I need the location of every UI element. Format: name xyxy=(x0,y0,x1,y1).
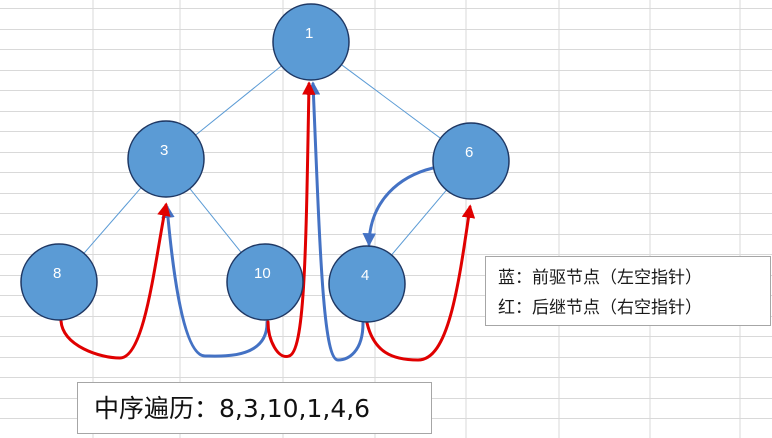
threaded-tree-diagram: 1 3 6 8 10 4 xyxy=(0,0,772,438)
spreadsheet-grid xyxy=(0,0,772,438)
node-10: 10 xyxy=(226,243,304,321)
node-circle xyxy=(328,245,406,323)
node-label: 3 xyxy=(160,142,168,159)
node-8: 8 xyxy=(20,243,98,321)
node-label: 8 xyxy=(53,265,61,282)
predecessor-arrow-6-to-4 xyxy=(362,166,435,247)
inorder-result-text: 中序遍历：8,3,10,1,4,6 xyxy=(94,394,371,423)
node-label: 4 xyxy=(361,267,369,284)
tree-edge-1-3 xyxy=(195,65,282,136)
node-circle xyxy=(20,243,98,321)
legend-box: 蓝：前驱节点（左空指针） 红：后继节点（右空指针） xyxy=(485,256,771,326)
node-4: 4 xyxy=(328,245,406,323)
node-6: 6 xyxy=(432,122,510,200)
tree-edge-1-6 xyxy=(341,64,441,139)
node-circle xyxy=(432,122,510,200)
node-circle xyxy=(272,3,350,81)
node-label: 6 xyxy=(465,144,473,161)
node-1: 1 xyxy=(272,3,350,81)
node-3: 3 xyxy=(127,120,205,198)
tree-edge-3-10 xyxy=(189,188,242,253)
legend-blue-text: 蓝：前驱节点（左空指针） xyxy=(498,268,702,288)
inorder-result-box: 中序遍历：8,3,10,1,4,6 xyxy=(77,382,432,434)
node-circle xyxy=(226,243,304,321)
node-label: 1 xyxy=(305,25,313,42)
legend-red-text: 红：后继节点（右空指针） xyxy=(498,298,702,318)
node-label: 10 xyxy=(254,265,271,282)
tree-nodes: 1 3 6 8 10 4 xyxy=(20,3,510,323)
tree-edge-6-4 xyxy=(391,189,447,256)
node-circle xyxy=(127,120,205,198)
